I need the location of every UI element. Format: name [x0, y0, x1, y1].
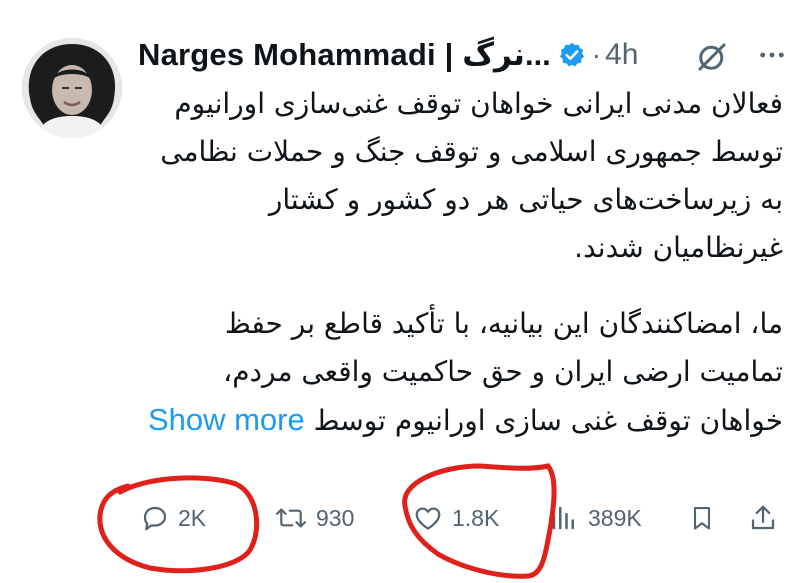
share-button[interactable] [748, 490, 778, 546]
views-count: 389K [588, 504, 642, 531]
bookmark-icon [688, 503, 716, 533]
like-button[interactable]: 1.8K [412, 490, 499, 546]
show-more-link[interactable]: Show more [148, 402, 305, 437]
reply-count: 2K [178, 504, 207, 531]
views-icon [548, 503, 580, 533]
verified-badge-icon [558, 41, 586, 69]
avatar[interactable] [22, 38, 122, 138]
grok-icon[interactable] [694, 39, 730, 75]
reply-icon [140, 503, 170, 533]
reply-button[interactable]: 2K [140, 490, 206, 546]
avatar-image [22, 38, 122, 138]
author-name[interactable]: Narges Mohammadi | نرگ... [138, 37, 551, 73]
action-bar: 2K 930 1.8K 389K [0, 490, 800, 546]
tweet-text-paragraph-2-body: ما، امضاکنندگان این بیانیه، با تأکید قاط… [223, 307, 783, 437]
separator-dot: · [591, 39, 602, 70]
like-icon [412, 503, 444, 533]
repost-icon [274, 503, 308, 533]
more-icon[interactable] [756, 39, 788, 71]
tweet-text-paragraph-2: ما، امضاکنندگان این بیانیه، با تأکید قاط… [138, 300, 783, 445]
timestamp[interactable]: 4h [605, 38, 638, 72]
tweet-header: Narges Mohammadi | نرگ... · 4h [138, 33, 788, 77]
tweet-text-paragraph-1: فعالان مدنی ایرانی خواهان توقف غنی‌سازی … [160, 87, 783, 264]
repost-count: 930 [316, 504, 355, 531]
bookmark-button[interactable] [688, 490, 716, 546]
views-button[interactable]: 389K [548, 490, 642, 546]
share-icon [748, 503, 778, 533]
repost-button[interactable]: 930 [274, 490, 354, 546]
like-count: 1.8K [452, 504, 500, 531]
